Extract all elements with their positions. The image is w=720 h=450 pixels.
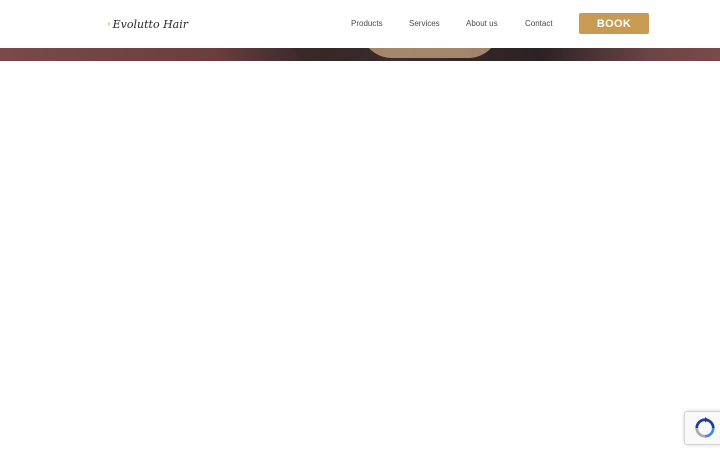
- site-header: Evolutto Hair Products Services About us…: [0, 0, 720, 48]
- recaptcha-icon: [695, 417, 715, 438]
- logo[interactable]: Evolutto Hair: [108, 11, 188, 37]
- nav-contact-link[interactable]: Contact: [525, 19, 553, 28]
- nav-about-link[interactable]: About us: [466, 19, 498, 28]
- hair-logo-icon: [108, 22, 111, 26]
- logo-text: Evolutto Hair: [112, 17, 188, 31]
- book-button[interactable]: BOOK: [579, 13, 649, 34]
- nav-services-link[interactable]: Services: [409, 19, 440, 28]
- recaptcha-badge[interactable]: [684, 411, 720, 445]
- nav-products-link[interactable]: Products: [351, 19, 383, 28]
- hero-image: [0, 48, 720, 61]
